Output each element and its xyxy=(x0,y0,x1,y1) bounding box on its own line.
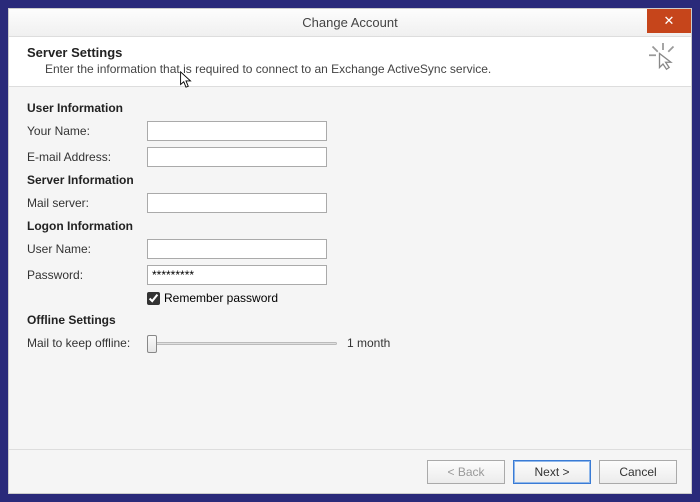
close-button[interactable]: ✕ xyxy=(647,9,691,33)
cancel-button[interactable]: Cancel xyxy=(599,460,677,484)
window-title: Change Account xyxy=(302,15,397,30)
row-mail-offline: Mail to keep offline: 1 month xyxy=(27,333,673,353)
slider-rail xyxy=(147,342,337,345)
back-button[interactable]: < Back xyxy=(427,460,505,484)
header-subtitle: Enter the information that is required t… xyxy=(27,62,673,76)
header-title: Server Settings xyxy=(27,45,673,60)
your-name-label: Your Name: xyxy=(27,124,147,138)
content-area: User Information Your Name: E-mail Addre… xyxy=(9,87,691,449)
wizard-header: Server Settings Enter the information th… xyxy=(9,37,691,87)
dialog-window: Change Account ✕ Server Settings Enter t… xyxy=(8,8,692,494)
mail-offline-slider[interactable] xyxy=(147,333,337,353)
mail-offline-value: 1 month xyxy=(347,336,390,350)
row-email: E-mail Address: xyxy=(27,147,673,167)
section-server-info-title: Server Information xyxy=(27,173,673,187)
slider-thumb[interactable] xyxy=(147,335,157,353)
row-username: User Name: xyxy=(27,239,673,259)
password-label: Password: xyxy=(27,268,147,282)
row-remember-password: Remember password xyxy=(147,291,673,305)
next-button[interactable]: Next > xyxy=(513,460,591,484)
section-user-info-title: User Information xyxy=(27,101,673,115)
row-mail-server: Mail server: xyxy=(27,193,673,213)
username-label: User Name: xyxy=(27,242,147,256)
your-name-input[interactable] xyxy=(147,121,327,141)
password-input[interactable] xyxy=(147,265,327,285)
close-icon: ✕ xyxy=(664,13,675,29)
mail-server-input[interactable] xyxy=(147,193,327,213)
click-cursor-icon xyxy=(649,43,677,71)
footer: < Back Next > Cancel xyxy=(9,449,691,493)
section-offline-title: Offline Settings xyxy=(27,313,673,327)
section-logon-info-title: Logon Information xyxy=(27,219,673,233)
mail-server-label: Mail server: xyxy=(27,196,147,210)
username-input[interactable] xyxy=(147,239,327,259)
row-password: Password: xyxy=(27,265,673,285)
remember-password-checkbox[interactable] xyxy=(147,292,160,305)
email-label: E-mail Address: xyxy=(27,150,147,164)
titlebar: Change Account ✕ xyxy=(9,9,691,37)
remember-password-label: Remember password xyxy=(164,291,278,305)
email-input[interactable] xyxy=(147,147,327,167)
row-your-name: Your Name: xyxy=(27,121,673,141)
mail-offline-label: Mail to keep offline: xyxy=(27,336,147,350)
